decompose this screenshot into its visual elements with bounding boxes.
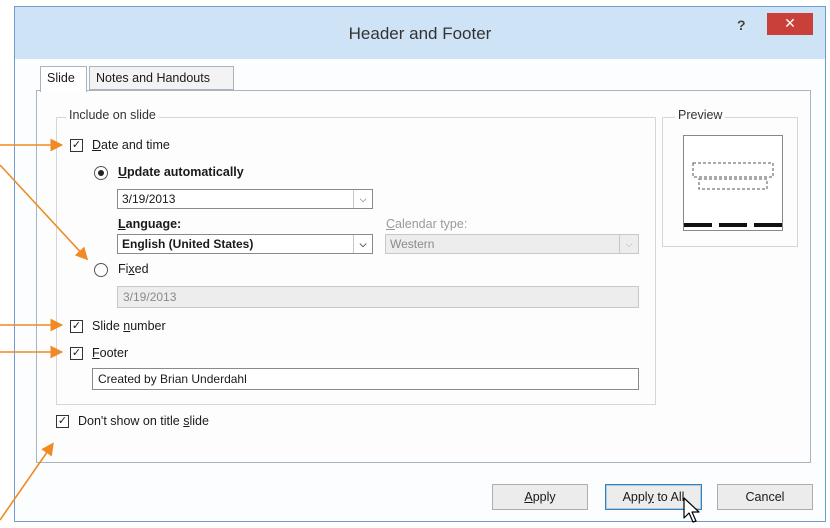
callout-arrow-title-slide: [0, 442, 54, 521]
annotation-arrows: [0, 138, 89, 521]
tab-slide[interactable]: Slide: [40, 66, 87, 92]
callout-arrow-fixed: [0, 164, 89, 261]
